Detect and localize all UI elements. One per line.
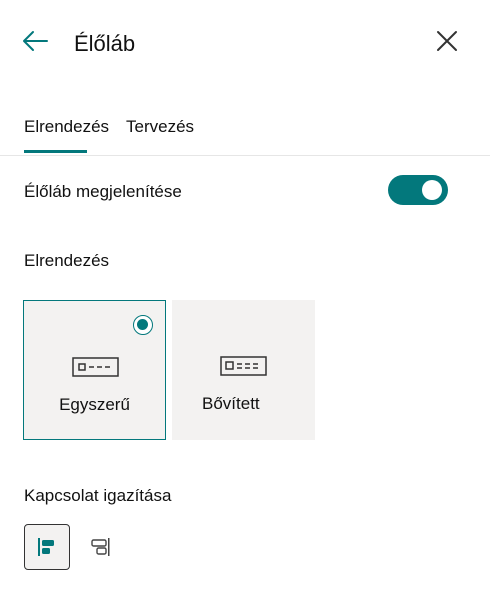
back-arrow-icon — [23, 31, 48, 51]
simple-layout-icon — [72, 357, 119, 377]
align-right-icon — [91, 538, 110, 556]
link-alignment-heading: Kapcsolat igazítása — [24, 486, 172, 505]
tab-divider — [0, 155, 490, 156]
align-left-button[interactable] — [24, 524, 70, 570]
layout-heading: Elrendezés — [24, 251, 110, 270]
show-footer-label: Élőláb megjelenítése — [24, 182, 182, 201]
align-right-button[interactable] — [77, 524, 123, 570]
toggle-knob — [422, 180, 442, 200]
tab-layout[interactable]: Elrendezés — [24, 117, 109, 137]
active-tab-indicator — [24, 150, 87, 153]
radio-selected[interactable] — [133, 315, 153, 335]
show-footer-toggle[interactable] — [388, 175, 448, 205]
close-icon — [437, 31, 457, 51]
extended-layout-label: Bővített — [202, 394, 260, 413]
radio-dot — [137, 319, 148, 330]
close-button[interactable] — [430, 26, 464, 56]
layout-option-simple[interactable]: Egyszerű — [23, 300, 166, 440]
panel-title: Élőláb — [74, 31, 136, 56]
tab-design[interactable]: Tervezés — [126, 117, 194, 137]
back-button[interactable] — [18, 26, 52, 56]
align-left-icon — [38, 538, 54, 556]
extended-layout-icon — [220, 356, 267, 376]
layout-option-extended[interactable]: Bővített — [172, 300, 315, 440]
simple-layout-label: Egyszerű — [59, 395, 130, 414]
